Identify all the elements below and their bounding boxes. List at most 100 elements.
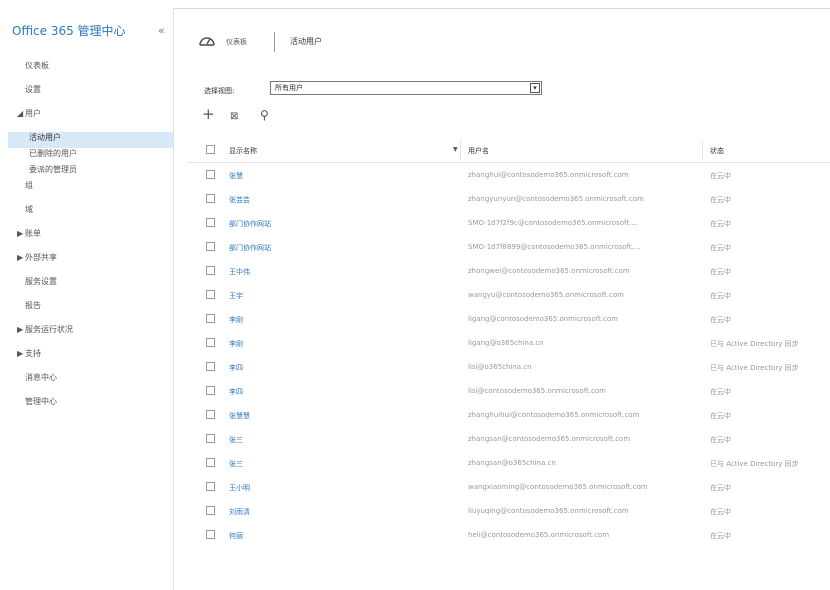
row-checkbox[interactable] [206, 506, 215, 515]
sidebar-item[interactable]: 消息中心 [8, 372, 173, 396]
row-checkbox[interactable] [206, 290, 215, 299]
username-cell: SMO-1d7f8899@contosodemo365.onmicrosoft.… [468, 243, 641, 251]
sidebar-item[interactable]: 报告 [8, 300, 173, 324]
column-header-status[interactable]: 状态 [710, 146, 830, 156]
table-row[interactable]: 张三 zhangsan@contosodemo365.onmicrosoft.co… [188, 427, 830, 451]
sidebar-item-label: 委派的管理员 [29, 165, 77, 174]
sidebar-item[interactable]: 管理中心 [8, 396, 173, 420]
row-checkbox[interactable] [206, 242, 215, 251]
display-name-link[interactable]: 部门协作网站 [229, 243, 271, 253]
column-header-display-name[interactable]: 显示名称 [229, 146, 257, 156]
display-name-link[interactable]: 张三 [229, 435, 243, 445]
table-row[interactable]: 王中伟 zhongwei@contosodemo365.onmicrosoft.c… [188, 259, 830, 283]
display-name-link[interactable]: 张慧 [229, 171, 243, 181]
column-header-username[interactable]: 用户名 [468, 146, 702, 156]
sidebar-item[interactable]: 组 [8, 180, 173, 204]
sidebar-item[interactable]: ▶ 支持 [8, 348, 173, 372]
display-name-link[interactable]: 李刚 [229, 315, 243, 325]
row-checkbox[interactable] [206, 170, 215, 179]
breadcrumb-home-link[interactable]: 仪表板 [226, 37, 247, 47]
select-all-checkbox[interactable] [206, 145, 215, 154]
table-row[interactable]: 王宇 wangyu@contosodemo365.onmicrosoft.com 在… [188, 283, 830, 307]
sidebar-item[interactable]: 域 [8, 204, 173, 228]
display-name-link[interactable]: 王小明 [229, 483, 250, 493]
dashboard-icon[interactable] [196, 32, 218, 50]
row-checkbox[interactable] [206, 266, 215, 275]
sidebar-item[interactable]: ◢ 用户 [8, 108, 173, 132]
collapse-sidebar-icon[interactable]: « [158, 24, 165, 37]
username-cell: wangyu@contosodemo365.onmicrosoft.com [468, 291, 624, 299]
table-row[interactable]: 李四 lisi@o365china.cn 已与 Active Directory 同… [188, 355, 830, 379]
status-cell: 在云中 [710, 196, 731, 204]
status-cell: 在云中 [710, 244, 731, 252]
username-cell: lisi@contosodemo365.onmicrosoft.com [468, 387, 606, 395]
row-checkbox[interactable] [206, 218, 215, 227]
row-checkbox[interactable] [206, 194, 215, 203]
username-cell: ligang@contosodemo365.onmicrosoft.com [468, 315, 618, 323]
expand-arrow-icon: ◢ [17, 109, 24, 118]
row-checkbox[interactable] [206, 530, 215, 539]
table-row[interactable]: 何丽 heli@contosodemo365.onmicrosoft.com 在云中 [188, 523, 830, 547]
display-name-link[interactable]: 张三 [229, 459, 243, 469]
sidebar-item[interactable]: 仪表板 [8, 60, 173, 84]
sidebar: Office 365 管理中心 « 仪表板 设置 ◢ 用户 活动用户已删除的用户 委派的管… [8, 8, 174, 590]
table-row[interactable]: 张三 zhangsan@o365china.cn 已与 Active Directo… [188, 451, 830, 475]
display-name-link[interactable]: 李四 [229, 363, 243, 373]
toolbar: + ⊠ ⚲ [202, 106, 402, 126]
view-select[interactable]: 所有用户 ▾ [270, 81, 542, 95]
table-row[interactable]: 部门协作网站 SMO-1d7f2f9c@contosodemo365.onmicr… [188, 211, 830, 235]
sidebar-item[interactable]: 活动用户 [8, 132, 173, 148]
row-checkbox[interactable] [206, 482, 215, 491]
row-checkbox[interactable] [206, 458, 215, 467]
username-cell: zhongwei@contosodemo365.onmicrosoft.com [468, 267, 630, 275]
table-header: 显示名称 ▼ 用户名 状态 [188, 138, 830, 163]
sort-icon[interactable]: ▼ [453, 146, 458, 153]
username-cell: ligang@o365china.cn [468, 339, 544, 347]
status-cell: 在云中 [710, 292, 731, 300]
table-row[interactable]: 部门协作网站 SMO-1d7f8899@contosodemo365.onmicr… [188, 235, 830, 259]
search-icon[interactable]: ⚲ [260, 107, 269, 123]
display-name-link[interactable]: 王中伟 [229, 267, 250, 277]
display-name-link[interactable]: 李刚 [229, 339, 243, 349]
sidebar-item[interactable]: 委派的管理员 [8, 164, 173, 180]
row-checkbox[interactable] [206, 386, 215, 395]
sidebar-item[interactable]: ▶ 账单 [8, 228, 173, 252]
sidebar-item[interactable]: 设置 [8, 84, 173, 108]
sidebar-item[interactable]: ▶ 服务运行状况 [8, 324, 173, 348]
table-row[interactable]: 李刚 ligang@contosodemo365.onmicrosoft.com 在… [188, 307, 830, 331]
display-name-link[interactable]: 王宇 [229, 291, 243, 301]
sidebar-item-label: 已删除的用户 [29, 149, 77, 158]
sidebar-item-label: 报告 [25, 301, 41, 310]
table-row[interactable]: 张芸芸 zhangyunyun@contosodemo365.onmicrosof… [188, 187, 830, 211]
row-checkbox[interactable] [206, 314, 215, 323]
table-row[interactable]: 李刚 ligang@o365china.cn 已与 Active Directory… [188, 331, 830, 355]
table-row[interactable]: 张慧慧 zhanghuihui@contosodemo365.onmicrosof… [188, 403, 830, 427]
table-row[interactable]: 王小明 wangxiaoming@contosodemo365.onmicroso… [188, 475, 830, 499]
sidebar-item[interactable]: 已删除的用户 [8, 148, 173, 164]
row-checkbox[interactable] [206, 362, 215, 371]
status-cell: 在云中 [710, 412, 731, 420]
display-name-link[interactable]: 刘雨清 [229, 507, 250, 517]
sidebar-item-label: 域 [25, 205, 33, 214]
app-title[interactable]: Office 365 管理中心 [12, 22, 126, 39]
display-name-link[interactable]: 何丽 [229, 531, 243, 541]
status-cell: 已与 Active Directory 同步 [710, 460, 799, 468]
display-name-link[interactable]: 李四 [229, 387, 243, 397]
row-checkbox[interactable] [206, 410, 215, 419]
add-user-icon[interactable]: + [202, 106, 215, 122]
sidebar-item[interactable]: ▶ 外部共享 [8, 252, 173, 276]
sidebar-item-label: 设置 [25, 85, 41, 94]
table-row[interactable]: 张慧 zhanghui@contosodemo365.onmicrosoft.co… [188, 163, 830, 187]
sidebar-item-label: 活动用户 [29, 133, 61, 142]
table-row[interactable]: 李四 lisi@contosodemo365.onmicrosoft.com 在云中 [188, 379, 830, 403]
sidebar-item[interactable]: 服务设置 [8, 276, 173, 300]
table-row[interactable]: 刘雨清 liuyuqing@contosodemo365.onmicrosoft.… [188, 499, 830, 523]
row-checkbox[interactable] [206, 434, 215, 443]
display-name-link[interactable]: 张慧慧 [229, 411, 250, 421]
chevron-down-icon[interactable]: ▾ [530, 83, 540, 93]
display-name-link[interactable]: 部门协作网站 [229, 219, 271, 229]
row-checkbox[interactable] [206, 338, 215, 347]
display-name-link[interactable]: 张芸芸 [229, 195, 250, 205]
bulk-edit-icon[interactable]: ⊠ [230, 109, 238, 125]
sidebar-item-label: 服务设置 [25, 277, 57, 286]
